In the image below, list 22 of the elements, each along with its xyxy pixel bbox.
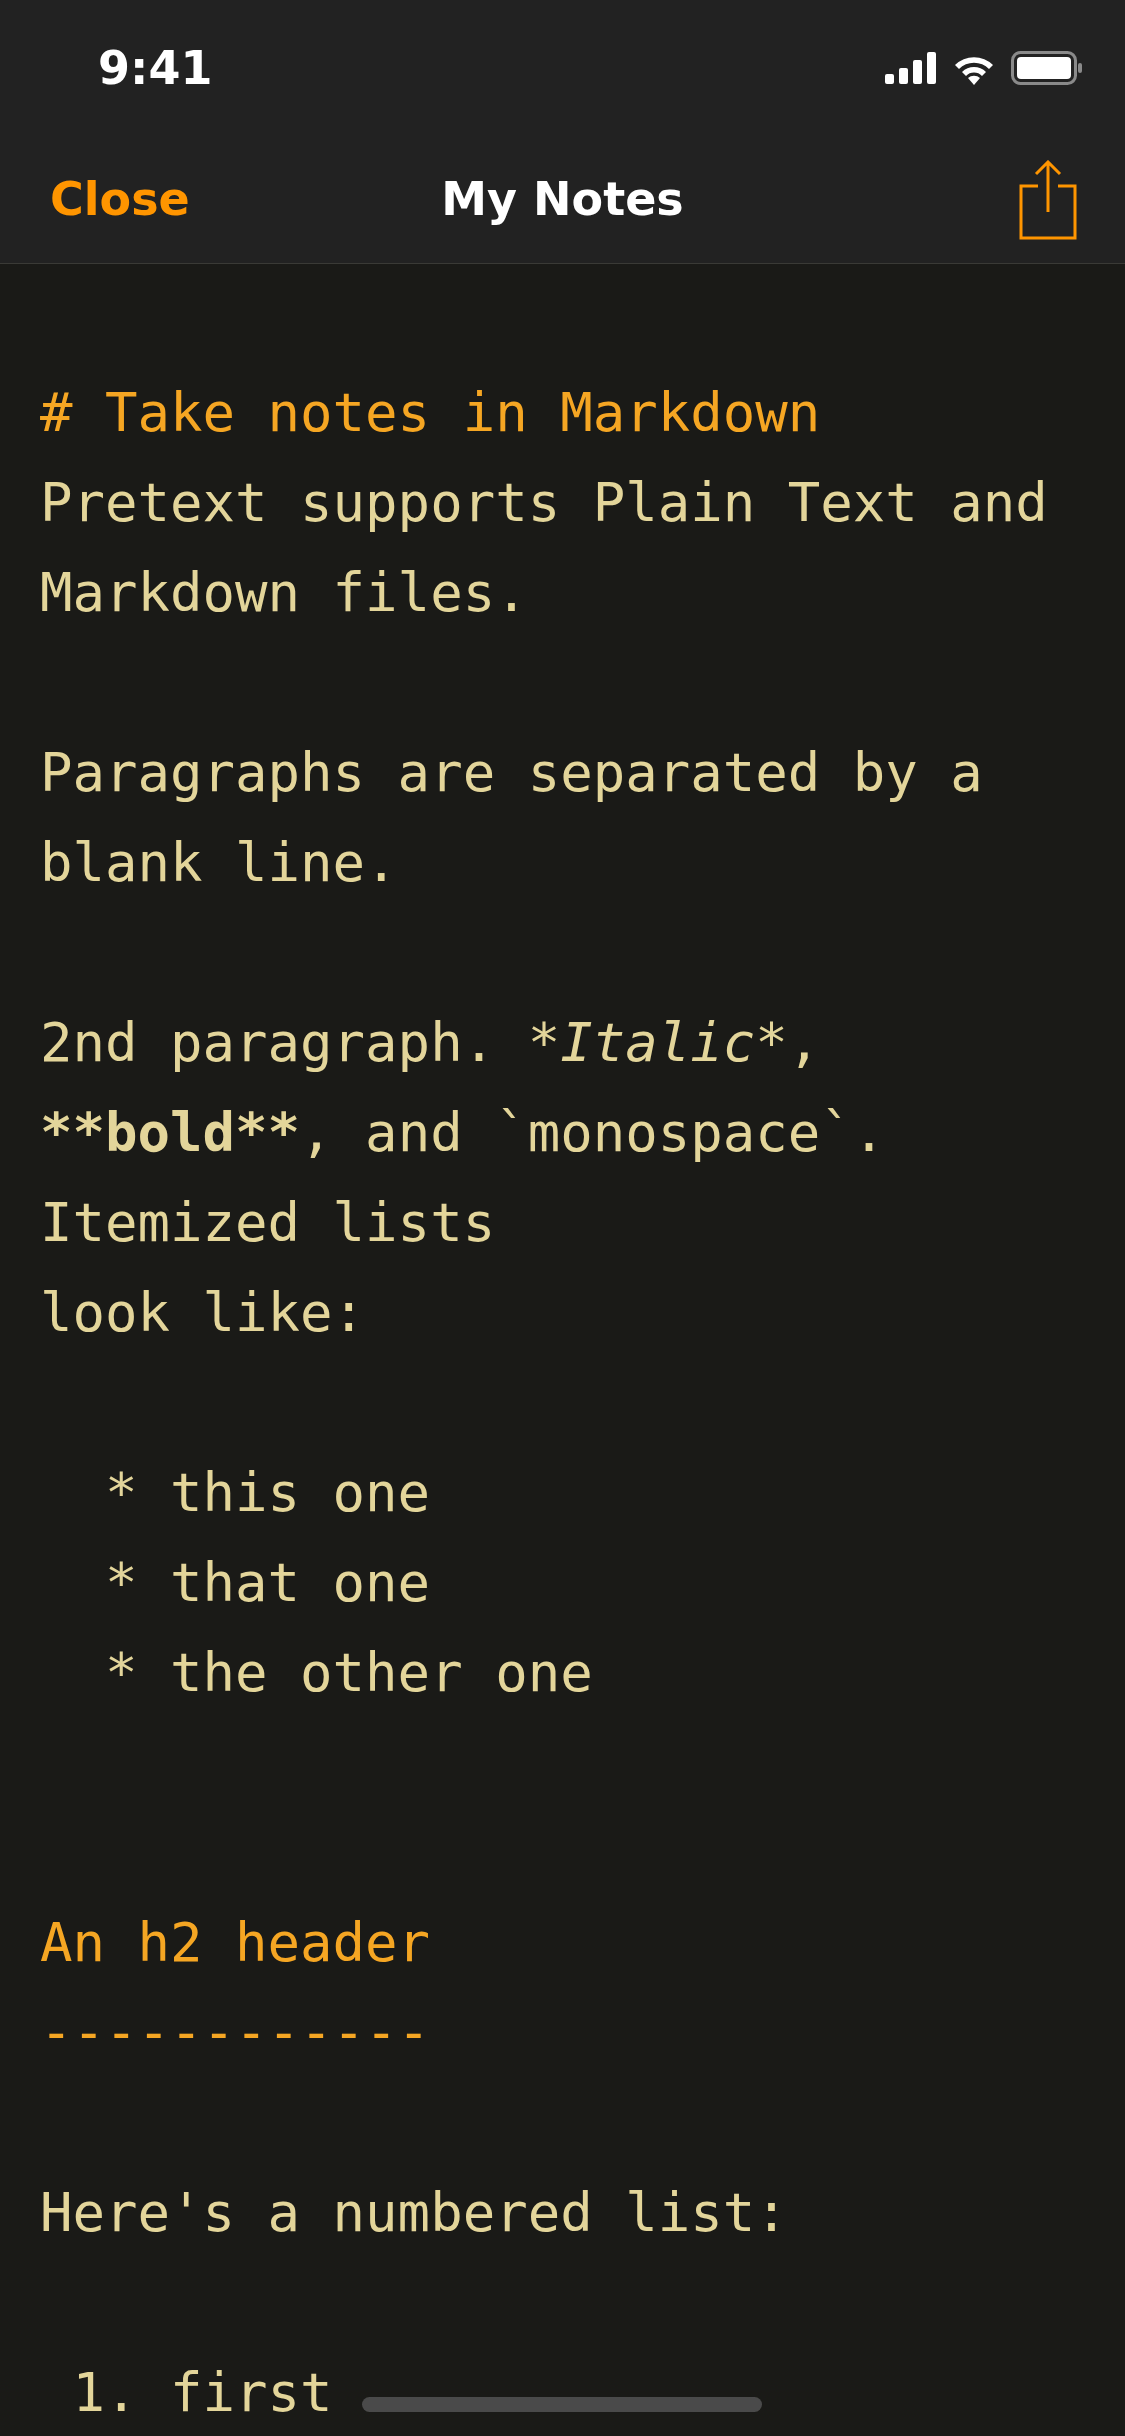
text-line: blank line. (40, 831, 398, 894)
text-line: 2nd paragraph. *Italic*, (40, 1011, 821, 1074)
text-line: Pretext supports Plain Text and (40, 471, 1048, 534)
text-line: * that one (104, 1551, 431, 1614)
text-line: Itemized lists (40, 1191, 496, 1254)
signal-icon (885, 52, 937, 84)
text-line: Here's a numbered list: (40, 2181, 788, 2244)
text-line: * this one (104, 1461, 431, 1524)
text-line: Markdown files. (40, 561, 528, 624)
text-line: 1. first (71, 2361, 333, 2424)
heading-line: An h2 header (40, 1911, 431, 1974)
screen-title: My Notes (441, 171, 684, 228)
close-button[interactable]: Close (50, 165, 190, 234)
text-line: look like: (40, 1281, 366, 1344)
text-line: **bold**, and `monospace`. (40, 1101, 886, 1164)
status-time: 9:41 (98, 39, 213, 97)
text-line: Paragraphs are separated by a (40, 741, 983, 804)
heading-line: # Take notes in Markdown (40, 381, 821, 444)
text-line: * the other one (104, 1641, 593, 1704)
heading-line: ------------ (40, 2001, 431, 2064)
share-icon[interactable] (1019, 159, 1077, 240)
battery-icon (1011, 51, 1083, 85)
